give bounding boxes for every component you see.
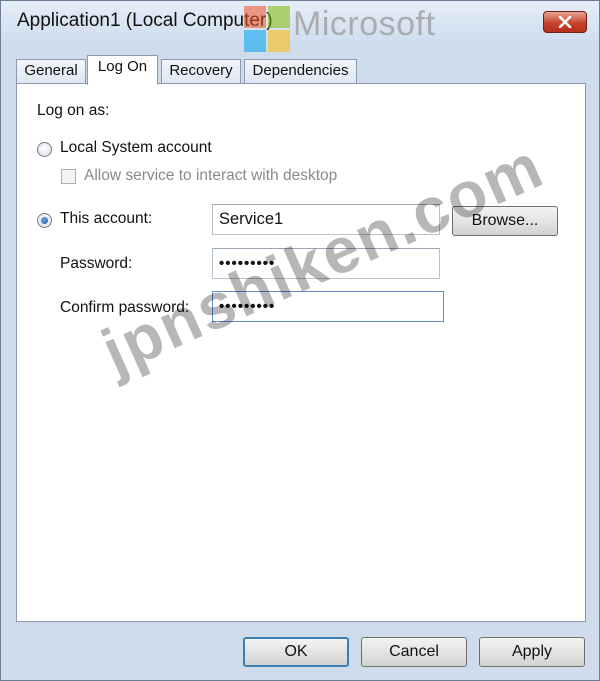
title-bar[interactable]: Application1 (Local Computer) Microsoft	[1, 1, 599, 52]
microsoft-watermark: Microsoft	[293, 5, 436, 43]
interact-desktop-checkbox[interactable]	[61, 169, 76, 184]
service-properties-dialog: Application1 (Local Computer) Microsoft …	[0, 0, 600, 681]
local-system-radio[interactable]	[37, 142, 52, 157]
local-system-label[interactable]: Local System account	[60, 139, 212, 157]
this-account-radio[interactable]	[37, 213, 52, 228]
close-button[interactable]	[543, 11, 587, 33]
window-title: Application1 (Local Computer)	[17, 10, 273, 31]
apply-button[interactable]: Apply	[479, 637, 585, 667]
tab-log-on[interactable]: Log On	[87, 55, 158, 85]
ok-button[interactable]: OK	[243, 637, 349, 667]
log-on-as-heading: Log on as:	[37, 102, 110, 119]
tab-recovery[interactable]: Recovery	[161, 59, 241, 84]
interact-desktop-label: Allow service to interact with desktop	[84, 167, 338, 184]
cancel-button[interactable]: Cancel	[361, 637, 467, 667]
microsoft-logo-icon	[244, 4, 292, 52]
this-account-label[interactable]: This account:	[60, 210, 152, 228]
tab-dependencies[interactable]: Dependencies	[244, 59, 357, 84]
close-icon	[558, 16, 572, 28]
password-label: Password:	[60, 255, 133, 272]
tab-general[interactable]: General	[16, 59, 86, 84]
